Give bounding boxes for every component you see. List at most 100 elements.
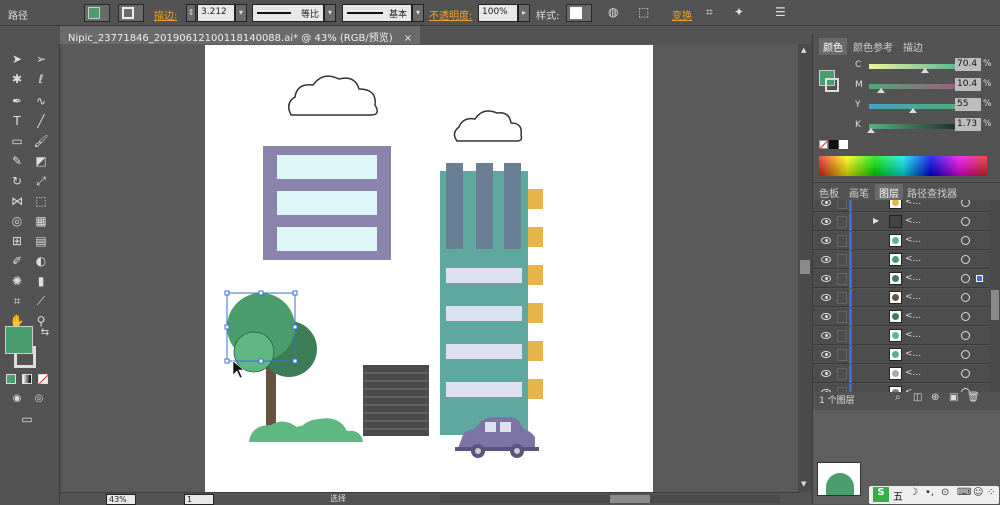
keyboard-icon[interactable]: ⌨ (957, 487, 971, 498)
target-icon[interactable] (961, 293, 970, 302)
transform-label[interactable]: 变换 (672, 7, 692, 22)
style-dropdown[interactable] (566, 4, 592, 22)
lock-toggle[interactable] (837, 292, 847, 304)
scroll-up-icon[interactable]: ▲ (801, 46, 806, 54)
lock-toggle[interactable] (837, 254, 847, 266)
vertical-scrollbar[interactable]: ▲ ▼ (798, 44, 812, 492)
layer-row[interactable]: <... (813, 346, 989, 364)
opacity-arrow[interactable]: ▸ (518, 4, 530, 22)
visibility-icon[interactable] (821, 237, 831, 244)
close-icon[interactable]: × (404, 33, 412, 44)
layer-row[interactable]: <... (813, 308, 989, 326)
recolor-icon[interactable]: ◍ (608, 5, 618, 19)
stroke-profile-dropdown[interactable]: 等比 (252, 4, 324, 22)
slice-tool-icon[interactable]: ⟋ (32, 292, 50, 310)
layer-name[interactable]: <... (905, 216, 921, 226)
ime-mode[interactable]: 五 (893, 488, 903, 503)
grid-icon[interactable]: ⁘ (987, 487, 995, 498)
h-scroll-thumb[interactable] (610, 495, 650, 503)
k-value[interactable]: 1.73 (955, 118, 981, 131)
eyedropper-icon[interactable]: ✐ (8, 252, 26, 270)
y-value[interactable]: 55 (955, 98, 981, 111)
screen-mode-icon[interactable]: ▭ (18, 410, 36, 428)
layer-name[interactable]: <... (905, 349, 921, 359)
artboard-input[interactable]: 1 (184, 494, 214, 505)
tab-color-guide[interactable]: 颜色参考 (853, 39, 893, 54)
curvature-tool-icon[interactable]: ∿ (32, 92, 50, 110)
direct-selection-tool-icon[interactable]: ➢ (32, 50, 50, 68)
zoom-input[interactable]: 43% (106, 494, 136, 505)
moon-icon[interactable]: ☽ (909, 487, 918, 498)
brush-dropdown[interactable]: 基本 (342, 4, 412, 22)
line-tool-icon[interactable]: ╱ (32, 112, 50, 130)
fill-color-box[interactable] (5, 326, 33, 354)
target-icon[interactable] (961, 255, 970, 264)
new-sublayer-icon[interactable]: ⊕ (931, 392, 939, 403)
lock-toggle[interactable] (837, 273, 847, 285)
opacity-input[interactable]: 100% (478, 4, 518, 22)
rotate-tool-icon[interactable]: ↻ (8, 172, 26, 190)
layer-name[interactable]: <... (905, 235, 921, 245)
color-mode-icon[interactable] (6, 374, 16, 384)
lasso-icon[interactable]: ℓ (32, 70, 50, 88)
layer-row[interactable]: <... (813, 289, 989, 307)
layer-row[interactable]: <... (813, 327, 989, 345)
blend-tool-icon[interactable]: ◐ (32, 252, 50, 270)
lock-toggle[interactable] (837, 330, 847, 342)
layers-scroll-thumb[interactable] (991, 290, 999, 320)
tab-stroke[interactable]: 描边 (903, 39, 923, 54)
target-icon[interactable] (961, 369, 970, 378)
draw-behind-icon[interactable]: ◎ (30, 390, 48, 408)
white-swatch[interactable] (839, 140, 848, 149)
stroke-weight-dropdown[interactable]: ▾ (235, 4, 247, 22)
lock-toggle[interactable] (837, 349, 847, 361)
tab-layers[interactable]: 图层 (875, 184, 903, 201)
opacity-label[interactable]: 不透明度: (429, 7, 472, 22)
document-tab[interactable]: Nipic_23771846_20190612100118140088.ai* … (60, 26, 421, 44)
fill-color-dropdown[interactable] (84, 4, 110, 22)
layer-row[interactable]: <... (813, 232, 989, 250)
layer-row[interactable]: <... (813, 270, 989, 288)
expand-arrow-icon[interactable]: ▶ (873, 216, 879, 225)
artboard-tool-icon[interactable]: ⌗ (8, 292, 26, 310)
none-swatch[interactable] (818, 140, 829, 150)
lock-toggle[interactable] (837, 216, 847, 228)
symbol-sprayer-icon[interactable]: ✺ (8, 272, 26, 290)
lock-toggle[interactable] (837, 368, 847, 380)
pen-tool-icon[interactable]: ✒ (8, 92, 26, 110)
target-icon[interactable] (961, 350, 970, 359)
panel-menu-icon[interactable]: ☰ (775, 5, 786, 19)
eraser-tool-icon[interactable]: ◩ (32, 152, 50, 170)
draw-mode-icon[interactable]: ◉ (8, 390, 26, 408)
swap-colors-icon[interactable]: ⇆ (36, 324, 54, 342)
k-slider-thumb[interactable] (867, 128, 875, 133)
y-slider-thumb[interactable] (909, 108, 917, 113)
ime-bar[interactable]: S 五 ☽ •, ⊙ ⌨ ☺ ⁘ (869, 486, 999, 504)
target-icon[interactable] (961, 236, 970, 245)
visibility-icon[interactable] (821, 294, 831, 301)
stroke-color-dropdown[interactable] (118, 4, 144, 22)
stroke-weight-input[interactable]: 3.212 (197, 4, 235, 22)
visibility-icon[interactable] (821, 256, 831, 263)
layers-scrollbar[interactable] (989, 200, 1000, 392)
mic-icon[interactable]: ⊙ (941, 487, 949, 498)
none-mode-icon[interactable] (38, 374, 49, 385)
visibility-icon[interactable] (821, 351, 831, 358)
layer-row[interactable]: <... (813, 200, 989, 212)
color-spectrum[interactable] (819, 156, 987, 176)
target-icon[interactable] (961, 312, 970, 321)
layer-name[interactable]: <... (905, 368, 921, 378)
magic-wand-icon[interactable]: ✱ (8, 70, 26, 88)
layer-name[interactable]: <... (905, 273, 921, 283)
target-icon[interactable] (961, 274, 970, 283)
user-icon[interactable]: ☺ (973, 487, 983, 498)
tab-pathfinder[interactable]: 路径查找器 (907, 185, 957, 200)
layer-name[interactable]: <... (905, 200, 921, 207)
isolate-icon[interactable]: ✦ (734, 5, 744, 19)
stroke-label[interactable]: 描边: (154, 7, 177, 22)
mesh-tool-icon[interactable]: ⊞ (8, 232, 26, 250)
perspective-grid-icon[interactable]: ▦ (32, 212, 50, 230)
graph-tool-icon[interactable]: ▮ (32, 272, 50, 290)
m-slider-thumb[interactable] (877, 88, 885, 93)
visibility-icon[interactable] (821, 370, 831, 377)
